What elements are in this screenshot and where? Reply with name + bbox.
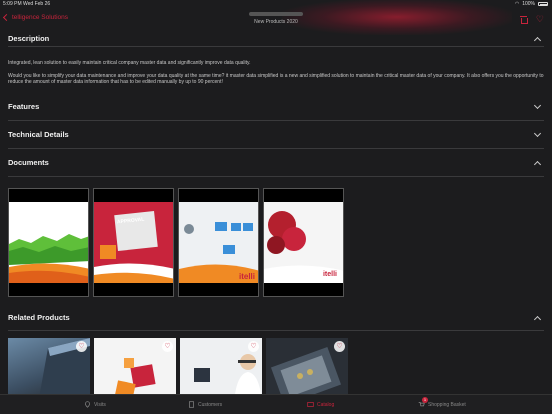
tab-bar: Visits Customers Catalog 1 Shopping Bask… [0, 394, 552, 414]
related-product-card[interactable]: ♡ [94, 337, 176, 394]
document-thumbnail[interactable]: itelli [263, 187, 344, 297]
related-product-card[interactable]: ♡ [180, 337, 262, 394]
document-caption: itelli [238, 271, 255, 281]
status-time: 5:09 PM Wed Feb 26 [3, 1, 51, 7]
chevron-up-icon [533, 160, 542, 168]
divider [8, 46, 544, 47]
section-features[interactable]: Features [8, 100, 544, 114]
tab-visits[interactable]: Visits [84, 401, 106, 408]
tab-shopping-basket[interactable]: 1 Shopping Basket [418, 397, 466, 408]
tab-label: Catalog [317, 401, 335, 408]
document-caption: itelli [322, 270, 337, 278]
document-cover-image [9, 201, 88, 285]
tab-catalog[interactable]: Catalog [307, 401, 334, 408]
chevron-down-icon [533, 129, 542, 137]
battery-icon [538, 2, 548, 6]
divider [8, 329, 544, 331]
page-title: New Products 2020 [254, 19, 298, 25]
chevron-down-icon [533, 101, 542, 109]
description-paragraph: Would you like to simplify your data mai… [8, 72, 544, 86]
product-detail-content: Description Integrated, lean solution to… [0, 31, 552, 394]
catalog-icon [307, 402, 314, 407]
document-thumbnail[interactable] [8, 187, 89, 297]
description-paragraph: Integrated, lean solution to easily main… [8, 60, 251, 66]
tab-customers[interactable]: Customers [188, 401, 222, 408]
related-product-card[interactable]: ♡ [266, 337, 348, 394]
favorite-heart-icon[interactable]: ♡ [162, 340, 173, 352]
navigation-bar: telligence Solutions New Products 2020 ♡ [0, 0, 552, 35]
building-icon [189, 401, 194, 408]
section-technical-details[interactable]: Technical Details [8, 128, 544, 142]
section-related-products[interactable]: Related Products [8, 311, 544, 325]
document-cover-image [94, 201, 173, 285]
favorite-heart-icon[interactable]: ♡ [248, 340, 259, 352]
divider [8, 119, 544, 121]
section-label: Description [8, 34, 50, 43]
section-label: Related Products [8, 312, 70, 322]
basket-count-badge: 1 [422, 397, 428, 403]
section-label: Technical Details [8, 129, 69, 139]
chevron-up-icon [533, 36, 542, 45]
document-thumbnail[interactable]: itelli [178, 187, 259, 297]
tab-label: Customers [198, 401, 223, 408]
document-thumbnail[interactable]: APPROVAL [93, 187, 174, 297]
battery-label: 100% [522, 1, 535, 7]
favorite-heart-icon[interactable]: ♡ [76, 340, 87, 352]
map-pin-icon [85, 401, 90, 408]
section-label: Documents [8, 157, 49, 167]
section-label: Features [8, 101, 40, 111]
favorite-heart-icon[interactable]: ♡ [334, 340, 345, 352]
section-description[interactable]: Description [8, 32, 544, 46]
related-products-list: ♡ ♡ ♡ ♡ [8, 337, 552, 394]
description-text: Integrated, lean solution to easily main… [8, 60, 544, 86]
wifi-icon: ◠ [514, 1, 520, 7]
tab-label: Visits [94, 401, 106, 408]
tab-label: Shopping Basket [428, 401, 466, 408]
related-product-card[interactable]: ♡ [8, 337, 90, 394]
divider [8, 147, 544, 149]
section-documents[interactable]: Documents [8, 156, 544, 170]
header-glow [282, 0, 512, 35]
trash-icon[interactable] [519, 15, 528, 24]
heart-icon[interactable]: ♡ [536, 15, 544, 24]
divider [8, 175, 544, 177]
multitasking-handle[interactable] [249, 12, 303, 16]
documents-list: APPROVAL itelli itelli [8, 187, 552, 297]
document-cover-image [264, 201, 343, 285]
chevron-up-icon [533, 315, 542, 323]
